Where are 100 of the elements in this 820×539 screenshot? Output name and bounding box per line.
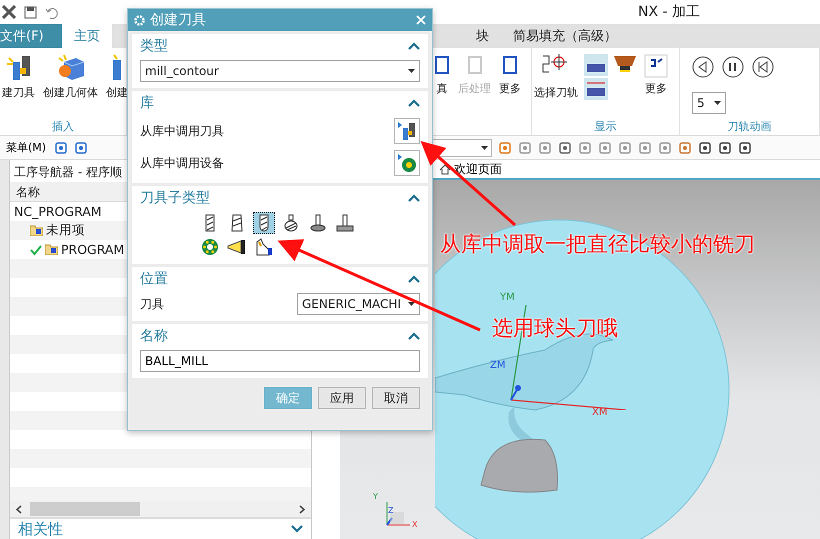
t-slot-icon [336, 214, 354, 232]
tree-item[interactable]: PROGRAM [10, 240, 311, 259]
ribbon-button[interactable]: 更多 [642, 54, 670, 96]
tool-type-button[interactable] [334, 212, 356, 234]
snap-icon[interactable] [558, 140, 572, 154]
snap-icon[interactable] [618, 140, 632, 154]
operation-icon [110, 54, 124, 82]
tree-item[interactable]: 未用项 [10, 221, 311, 240]
collapse-chevron-icon[interactable] [408, 332, 420, 340]
axis-label: X [412, 520, 418, 529]
ribbon-tab[interactable]: 简易填充（高级） [501, 24, 629, 48]
section-heading[interactable]: 刀具子类型 [140, 189, 210, 207]
dialog-button[interactable]: 应用 [318, 387, 366, 409]
ribbon-button[interactable]: 真 [432, 54, 452, 96]
cutter-icon[interactable] [612, 54, 638, 74]
group-label: 插入 [51, 119, 75, 135]
caret-icon [408, 69, 415, 73]
barrel-icon [284, 214, 298, 232]
speed-dropdown[interactable]: 5 [692, 92, 726, 114]
section-heading[interactable]: 名称 [140, 327, 168, 345]
save-icon[interactable] [24, 6, 37, 18]
scroll-right-icon[interactable] [299, 504, 305, 514]
dialog-button[interactable]: 取消 [372, 387, 420, 409]
filter-icon[interactable] [54, 140, 68, 154]
tool-type-button[interactable] [253, 212, 275, 234]
group-label: 刀轨动画 [726, 119, 772, 135]
ribbon-button[interactable]: 更多 [497, 54, 523, 96]
undo-icon[interactable] [45, 6, 58, 18]
home-icon [439, 164, 451, 174]
axis-label: YM [500, 292, 515, 303]
axis-label: XM [592, 407, 608, 418]
snap-icon[interactable] [638, 140, 652, 154]
snap-icon[interactable] [658, 140, 672, 154]
collapse-chevron-icon[interactable] [408, 275, 420, 283]
panel-heading[interactable]: 相关性 [18, 520, 63, 538]
snap-icon[interactable] [598, 140, 612, 154]
probe-icon [255, 238, 273, 256]
expand-chevron-icon[interactable] [291, 525, 303, 533]
step-back-icon[interactable] [752, 56, 774, 78]
part-icon[interactable] [498, 140, 512, 154]
ribbon-button[interactable]: 创建几何体 [41, 54, 100, 100]
caret-icon [714, 100, 721, 104]
view-icon[interactable] [718, 140, 732, 154]
snap-icon[interactable] [578, 140, 592, 154]
view-icon[interactable] [698, 140, 712, 154]
view-icon[interactable] [738, 140, 752, 154]
ribbon-tab[interactable]: 块 [464, 24, 501, 48]
end-mill-icon [205, 214, 215, 232]
collapse-chevron-icon[interactable] [408, 42, 420, 50]
t-cutter-icon [310, 214, 326, 232]
close-icon[interactable] [416, 15, 426, 25]
section-heading[interactable]: 位置 [140, 270, 168, 288]
pause-button-icon[interactable] [722, 56, 744, 78]
name-field[interactable]: BALL_MILL [140, 350, 420, 372]
gear-icon [134, 14, 145, 26]
rewind-button-icon[interactable] [692, 56, 714, 78]
collapse-chevron-icon[interactable] [408, 99, 420, 107]
app-logo-icon [2, 5, 16, 19]
ball-mill-icon [259, 214, 269, 232]
snap-icon[interactable] [538, 140, 552, 154]
section-heading[interactable]: 库 [140, 94, 154, 112]
file-menu-tab[interactable]: 文件(F) [0, 24, 62, 48]
section-heading[interactable]: 类型 [140, 37, 168, 55]
scroll-left-icon[interactable] [16, 504, 22, 514]
filter-icon[interactable] [74, 140, 88, 154]
group-label: 显示 [594, 119, 618, 135]
snap-icon[interactable] [518, 140, 532, 154]
snap-icon[interactable] [678, 140, 692, 154]
type-dropdown[interactable]: mill_contour [140, 60, 420, 82]
field-label: 刀具 [140, 296, 164, 312]
settings-icon [644, 54, 668, 78]
device-library-icon [397, 153, 417, 173]
dialog-title: 创建刀具 [150, 11, 207, 29]
ribbon-button[interactable]: 选择刀轨 [532, 54, 580, 100]
path-display-icon[interactable] [584, 54, 608, 100]
panel-title: 工序导航器 - 程序顺 [13, 164, 123, 181]
collapse-chevron-icon[interactable] [408, 194, 420, 202]
annotation-text: 从库中调取一把直径比较小的铣刀 [440, 231, 755, 258]
axis-label: Z [388, 506, 394, 515]
row-label: 从库中调用设备 [140, 154, 224, 172]
lamp-icon [227, 239, 247, 255]
tool-dropdown[interactable]: GENERIC_MACHI [297, 293, 420, 315]
row-label: 从库中调用刀具 [140, 122, 224, 140]
folder-icon [45, 244, 58, 255]
caret-icon [481, 146, 488, 150]
library-button[interactable] [394, 118, 420, 144]
scrollbar-thumb[interactable] [30, 502, 140, 516]
tool-library-icon [397, 121, 417, 141]
axis-label: ZM [490, 360, 506, 371]
ribbon-button[interactable]: 建刀具 [0, 54, 37, 100]
axis-label: Y [373, 492, 378, 501]
gear-icon [201, 238, 219, 256]
ribbon-tab[interactable]: 主页 [62, 24, 112, 48]
folder-icon [30, 225, 43, 236]
tool-icon [4, 54, 32, 82]
library-button[interactable] [394, 150, 420, 176]
window-title: NX - 加工 [638, 3, 700, 21]
cube-icon [56, 54, 86, 82]
menu-button[interactable]: 菜单(M) [4, 140, 48, 155]
ribbon-button[interactable]: 创建 [104, 54, 130, 100]
